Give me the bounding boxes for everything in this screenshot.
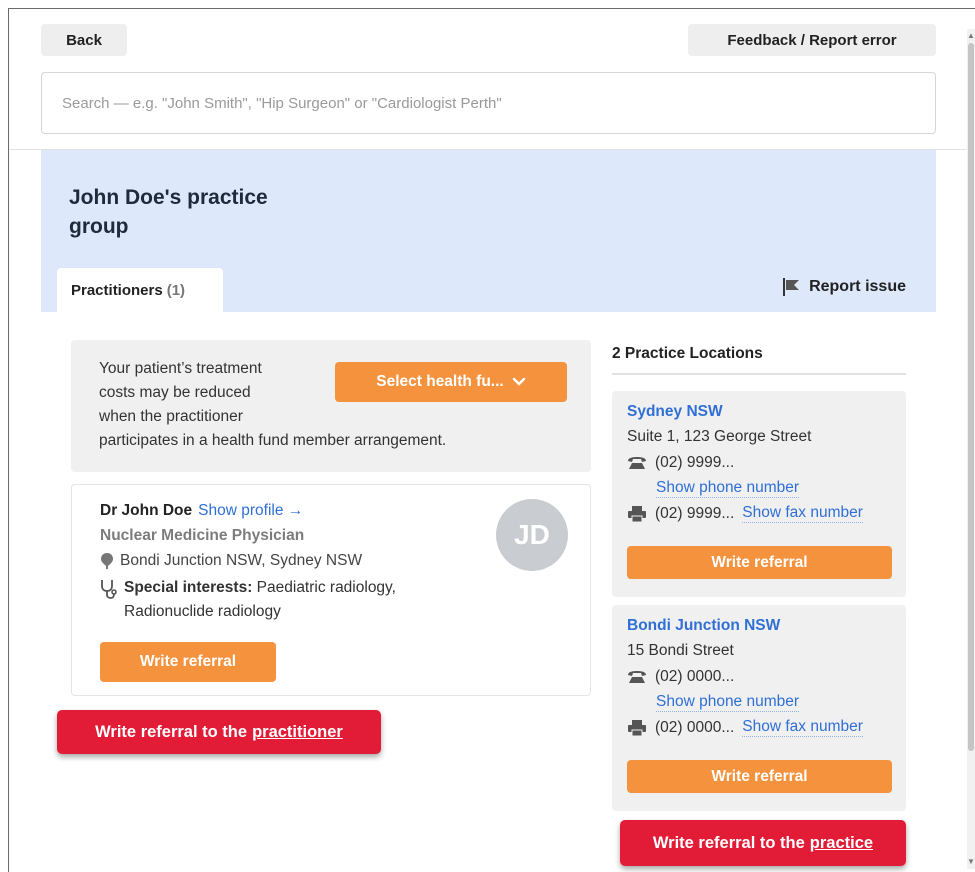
location-card: Bondi Junction NSW 15 Bondi Street (02) …: [612, 605, 906, 811]
avatar: JD: [496, 499, 568, 571]
interests-label: Special interests:: [124, 579, 253, 596]
phone-icon: [627, 670, 647, 684]
flag-icon: [781, 278, 801, 296]
location-phone-text: (02) 9999...: [655, 454, 735, 471]
search-input[interactable]: [62, 94, 915, 112]
show-phone-number-link[interactable]: Show phone number: [656, 693, 800, 712]
callout-text: Write referral to the: [95, 722, 248, 741]
callout-text: Write referral to the: [652, 833, 805, 852]
write-referral-location-button[interactable]: Write referral: [627, 546, 892, 579]
practitioner-interests-text: Special interests: Paediatric radiology,…: [124, 576, 420, 624]
map-pin-icon: [100, 553, 114, 569]
show-profile-link[interactable]: Show profile →: [198, 502, 303, 520]
location-address: 15 Bondi Street: [627, 642, 734, 659]
health-fund-notice: Your patient’s treatment costs may be re…: [71, 340, 591, 472]
location-fax-text: (02) 9999...: [655, 504, 735, 522]
stethoscope-icon: [100, 579, 118, 624]
location-name-link[interactable]: Bondi Junction NSW: [627, 617, 780, 635]
select-health-fund-label: Select health fu...: [376, 373, 504, 390]
practitioner-specialty: Nuclear Medicine Physician: [100, 527, 305, 544]
callout-emphasis: practice: [809, 833, 874, 852]
page-title: John Doe's practice group: [69, 186, 268, 238]
location-fax: (02) 0000... Show fax number: [627, 718, 863, 737]
fax-icon: [627, 505, 647, 522]
fax-icon: [627, 719, 647, 736]
write-referral-location-button[interactable]: Write referral: [627, 760, 892, 793]
location-fax-text: (02) 0000...: [655, 718, 735, 736]
practitioner-name: Dr John Doe: [100, 502, 193, 519]
callout-write-referral-practitioner: Write referral to the practitioner: [57, 710, 381, 754]
back-button[interactable]: Back: [41, 24, 127, 56]
location-fax: (02) 9999... Show fax number: [627, 504, 863, 523]
chevron-down-icon: [512, 377, 526, 387]
scrollbar[interactable]: [967, 29, 975, 869]
scrollbar-thumb[interactable]: [968, 43, 974, 751]
location-card: Sydney NSW Suite 1, 123 George Street (0…: [612, 391, 906, 597]
locations-heading: 2 Practice Locations: [612, 345, 763, 362]
health-fund-line: participates in a health fund member arr…: [99, 432, 447, 449]
practitioner-name-row: Dr John Doe Show profile →: [100, 502, 303, 520]
tab-label: Practitioners: [71, 281, 163, 299]
report-issue-link[interactable]: Report issue: [781, 278, 906, 296]
tab-count: (1): [166, 281, 186, 299]
callout-emphasis: practitioner: [252, 722, 343, 741]
select-health-fund-dropdown[interactable]: Select health fu...: [335, 362, 567, 402]
feedback-report-error-button[interactable]: Feedback / Report error: [688, 24, 936, 56]
location-name-link[interactable]: Sydney NSW: [627, 403, 723, 421]
phone-icon: [627, 456, 647, 470]
location-phone: (02) 0000...: [627, 668, 734, 686]
report-issue-label: Report issue: [809, 278, 906, 295]
show-fax-number-link[interactable]: Show fax number: [742, 504, 863, 523]
tab-practitioners[interactable]: Practitioners (1): [57, 268, 223, 312]
practitioner-interests: Special interests: Paediatric radiology,…: [100, 576, 420, 624]
location-phone-text: (02) 0000...: [655, 668, 735, 685]
locations-divider: [612, 373, 906, 375]
search-box[interactable]: [41, 72, 936, 134]
scroll-up-icon[interactable]: ▲: [967, 31, 975, 41]
health-fund-line: when the practitioner: [99, 408, 243, 425]
practitioner-locations: Bondi Junction NSW, Sydney NSW: [100, 552, 362, 570]
callout-write-referral-practice: Write referral to the practice: [620, 820, 906, 866]
practitioner-locations-text: Bondi Junction NSW, Sydney NSW: [120, 552, 363, 569]
app-frame: Back Feedback / Report error John Doe's …: [8, 8, 975, 872]
show-phone-number-link[interactable]: Show phone number: [656, 479, 800, 498]
location-address: Suite 1, 123 George Street: [627, 428, 812, 445]
show-fax-number-link[interactable]: Show fax number: [742, 718, 863, 737]
write-referral-practitioner-button[interactable]: Write referral: [100, 642, 276, 682]
scroll-down-icon[interactable]: ▼: [967, 857, 975, 867]
practitioner-card: Dr John Doe Show profile → Nuclear Medic…: [71, 484, 591, 696]
practice-group-banner: John Doe's practice group Practitioners …: [41, 150, 936, 312]
location-phone: (02) 9999...: [627, 454, 734, 472]
